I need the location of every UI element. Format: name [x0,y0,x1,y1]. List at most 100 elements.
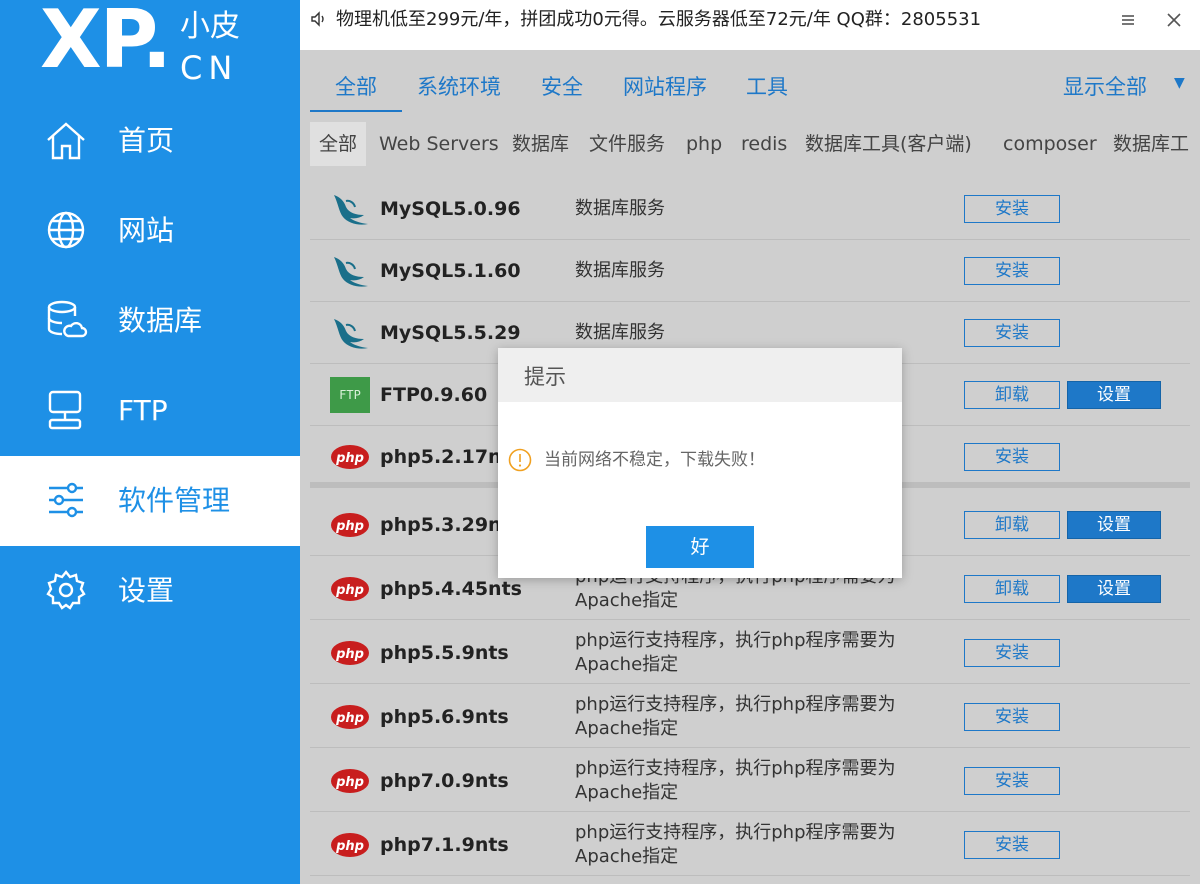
software-description: php运行支持程序，执行php程序需要为Apache指定 [575,694,896,739]
subtab-db-tools[interactable]: 数据库工具(客户端) [796,122,981,166]
dialog-title: 提示 [524,365,566,389]
software-name: MySQL5.1.60 [380,260,521,282]
nav-label-ftp: FTP [118,394,168,427]
tab-tools[interactable]: 工具 [746,58,788,112]
software-description: 数据库服务 [575,260,665,281]
sliders-icon [49,482,83,518]
php-badge-text: php [335,711,364,726]
tab-web-programs[interactable]: 网站程序 [623,58,707,112]
mysql-icon [334,319,368,349]
install-button[interactable]: 安装 [964,831,1060,859]
php-icon: php [331,445,369,469]
tab-system-env[interactable]: 系统环境 [417,58,501,112]
software-name: php5.5.9nts [380,642,509,664]
logo-main-text: XP. [40,0,172,86]
software-row: php php5.5.9nts php运行支持程序，执行php程序需要为Apache… [310,622,1190,684]
software-description: php运行支持程序，执行php程序需要为Apache指定 [575,822,896,867]
uninstall-button[interactable]: 卸载 [964,511,1060,539]
subtab-php[interactable]: php [677,122,731,166]
software-row: php php7.0.9nts php运行支持程序，执行php程序需要为Apache… [310,750,1190,812]
php-icon: php [331,833,369,857]
home-icon [47,122,85,160]
mysql-icon [334,257,368,287]
install-button[interactable]: 安装 [964,319,1060,347]
php-icon: php [331,577,369,601]
alert-dialog: 提示 当前网络不稳定，下载失败！ 好 [498,348,902,578]
install-button[interactable]: 安装 [964,639,1060,667]
php-badge-text: php [335,519,364,534]
install-button[interactable]: 安装 [964,257,1060,285]
software-name: FTP0.9.60 [380,384,488,406]
software-description: php运行支持程序，执行php程序需要为Apache指定 [575,630,896,675]
tab-security[interactable]: 安全 [541,58,583,112]
php-icon: php [331,769,369,793]
php-icon: php [331,705,369,729]
subtab-db-tools-more[interactable]: 数据库工 [1104,122,1198,166]
subtab-all[interactable]: 全部 [310,122,367,166]
install-button[interactable]: 安装 [964,195,1060,223]
software-name: php7.0.9nts [380,770,509,792]
nav-item-website[interactable]: 网站 [0,186,300,276]
php-badge-text: php [335,775,364,790]
nav-item-home[interactable]: 首页 [0,96,300,186]
nav-item-ftp[interactable]: FTP [0,366,300,456]
php-badge-text: php [335,451,364,466]
php-icon: php [331,513,369,537]
nav-item-settings[interactable]: 设置 [0,546,300,636]
install-button[interactable]: 安装 [964,703,1060,731]
secondary-tabs: 全部 Web Servers 数据库 文件服务 php redis 数据库工具(… [310,122,1200,166]
main-panel: 物理机低至299元/年，拼团成功0元得。云服务器低至72元/年 QQ群：2805… [300,0,1200,884]
nav-label-database: 数据库 [118,304,203,337]
ftp-icon: FTP [330,377,370,413]
sidebar: XP. 小皮 CN 首页 网站 数据库 FTP 软件管理 设置 [0,0,300,884]
nav-label-website: 网站 [118,214,175,247]
primary-tabs: 全部 系统环境 安全 网站程序 工具 显示全部 ▼ [310,58,1190,114]
settings-button[interactable]: 设置 [1067,381,1161,409]
mysql-icon [334,195,368,225]
software-row: MySQL5.0.96 数据库服务 安装 [310,178,1190,240]
install-button[interactable]: 安装 [964,443,1060,471]
software-description: 数据库服务 [575,198,665,219]
php-badge-text: php [335,647,364,662]
nav-item-software[interactable]: 软件管理 [0,456,300,546]
subtab-web-servers[interactable]: Web Servers [370,122,508,166]
dropdown-arrow-icon[interactable]: ▼ [1174,76,1188,90]
database-icon [47,300,88,338]
software-row: MySQL5.1.60 数据库服务 安装 [310,240,1190,302]
install-button[interactable]: 安装 [964,767,1060,795]
show-all-link[interactable]: 显示全部 [1063,58,1147,116]
minimize-icon[interactable] [1116,8,1140,32]
subtab-database[interactable]: 数据库 [503,122,578,166]
nav-item-database[interactable]: 数据库 [0,276,300,366]
subtab-composer[interactable]: composer [994,122,1106,166]
gear-icon [46,570,86,610]
uninstall-button[interactable]: 卸载 [964,575,1060,603]
app-logo: XP. 小皮 CN [40,0,280,90]
php-badge-text: php [335,839,364,854]
settings-button[interactable]: 设置 [1067,511,1161,539]
settings-button[interactable]: 设置 [1067,575,1161,603]
logo-cn-bottom-text: CN [180,49,239,87]
software-row: php php7.1.9nts php运行支持程序，执行php程序需要为Apache… [310,814,1190,876]
close-icon[interactable] [1162,8,1186,32]
warning-icon [508,448,532,472]
dialog-header: 提示 [498,348,902,402]
logo-cn-top-text: 小皮 [180,9,240,44]
uninstall-button[interactable]: 卸载 [964,381,1060,409]
server-icon [48,390,82,430]
nav-label-home: 首页 [118,124,175,157]
php-icon: php [331,641,369,665]
tab-all[interactable]: 全部 [310,58,402,112]
subtab-redis[interactable]: redis [732,122,796,166]
notice-text: 物理机低至299元/年，拼团成功0元得。云服务器低至72元/年 QQ群：2805… [336,9,982,30]
notice-bar: 物理机低至299元/年，拼团成功0元得。云服务器低至72元/年 QQ群：2805… [300,0,1200,50]
php-badge-text: php [335,583,364,598]
software-row: php php5.6.9nts php运行支持程序，执行php程序需要为Apache… [310,686,1190,748]
software-name: MySQL5.0.96 [380,198,521,220]
nav-label-software: 软件管理 [118,484,231,517]
dialog-message: 当前网络不稳定，下载失败！ [544,450,765,470]
globe-icon [47,211,85,249]
software-name: php5.6.9nts [380,706,509,728]
subtab-file-service[interactable]: 文件服务 [580,122,674,166]
dialog-ok-button[interactable]: 好 [646,526,754,568]
